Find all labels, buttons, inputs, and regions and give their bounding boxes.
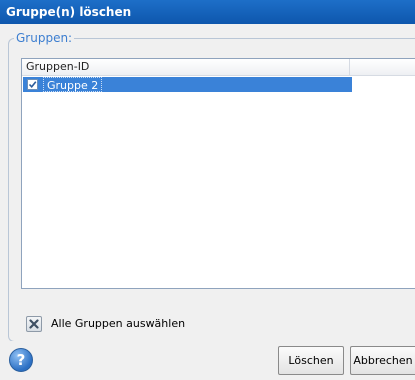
help-button[interactable]: ? bbox=[9, 348, 33, 372]
row-label: Gruppe 2 bbox=[43, 77, 103, 92]
column-header-group-id[interactable]: Gruppen-ID bbox=[22, 59, 350, 75]
question-icon: ? bbox=[16, 351, 26, 369]
groups-label: Gruppen: bbox=[14, 31, 75, 45]
delete-groups-dialog: Gruppe(n) löschen Gruppen: Gruppen-ID Gr… bbox=[0, 0, 415, 380]
list-item[interactable]: Gruppe 2 bbox=[23, 77, 352, 92]
delete-button[interactable]: Löschen bbox=[278, 346, 344, 375]
checkmark-icon bbox=[28, 81, 37, 89]
list-header: Gruppen-ID bbox=[22, 59, 415, 76]
x-icon bbox=[29, 319, 39, 329]
select-all-toggle[interactable] bbox=[26, 316, 42, 332]
select-all-label: Alle Gruppen auswählen bbox=[51, 317, 186, 330]
groups-list[interactable]: Gruppen-ID Gruppe 2 bbox=[21, 58, 415, 289]
row-checkbox[interactable] bbox=[27, 79, 38, 90]
dialog-title: Gruppe(n) löschen bbox=[0, 0, 415, 24]
dialog-footer: ? Löschen Abbrechen bbox=[0, 341, 415, 380]
cancel-button[interactable]: Abbrechen bbox=[350, 346, 415, 375]
